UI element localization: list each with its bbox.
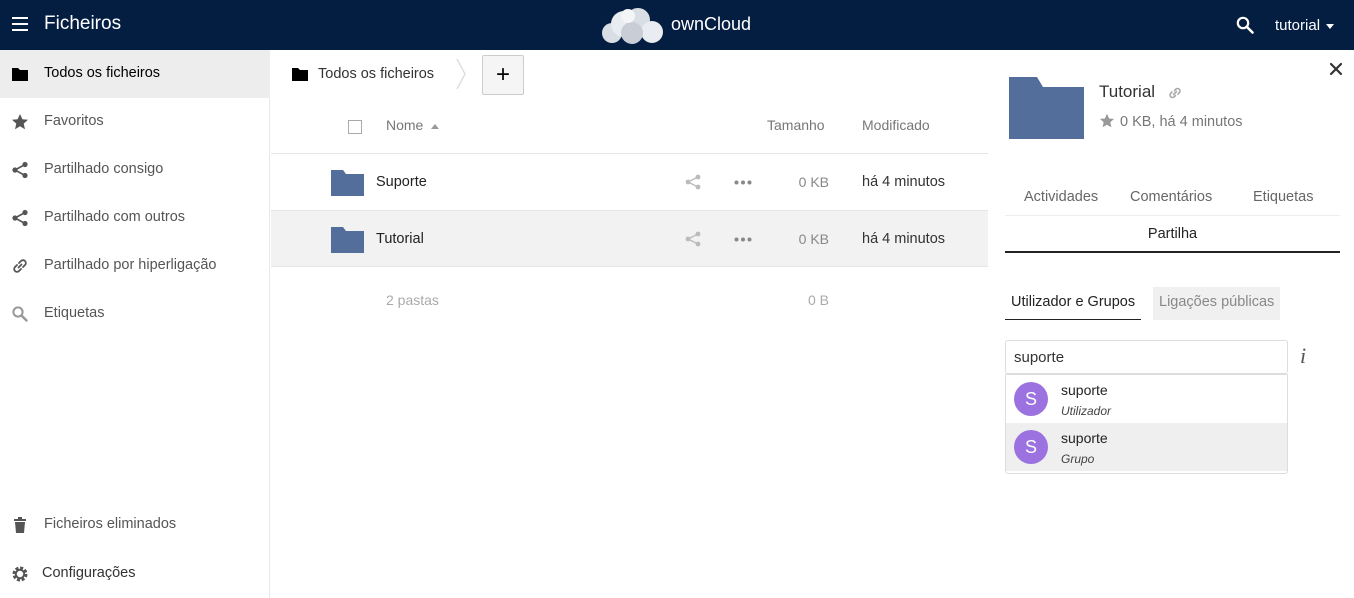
summary-divider — [271, 266, 988, 267]
details-panel: Tutorial 0 KB, há 4 minutos Actividades … — [989, 50, 1354, 598]
sidebar-item-label: Partilhado consigo — [44, 161, 164, 177]
select-all-checkbox[interactable] — [348, 120, 362, 134]
sidebar-item-favorites[interactable]: Favoritos — [0, 98, 270, 146]
panel-meta: 0 KB, há 4 minutos — [1120, 114, 1243, 130]
sidebar-item-label: Configurações — [42, 565, 136, 581]
star-icon — [12, 114, 28, 130]
info-icon[interactable]: i — [1300, 343, 1306, 369]
suggestion-item[interactable]: S suporte Grupo — [1006, 423, 1287, 471]
star-icon[interactable] — [1099, 113, 1115, 129]
share-search-input[interactable] — [1005, 340, 1288, 374]
sidebar-item-deleted-files[interactable]: Ficheiros eliminados — [0, 501, 270, 549]
link-icon — [13, 259, 27, 273]
tab-comments[interactable]: Comentários — [1130, 189, 1212, 205]
suggestion-name: suporte — [1061, 382, 1108, 398]
sidebar-item-label: Partilhado por hiperligação — [44, 257, 217, 273]
file-modified: há 4 minutos — [862, 231, 946, 247]
suggestion-type: Utilizador — [1061, 404, 1112, 418]
suggestion-item[interactable]: S suporte Utilizador — [1006, 375, 1287, 423]
folder-icon[interactable] — [291, 66, 309, 82]
avatar: S — [1014, 382, 1048, 416]
user-name: tutorial — [1275, 17, 1321, 34]
tab-divider — [1005, 215, 1340, 216]
folder-icon — [12, 68, 28, 81]
share-icon[interactable] — [685, 231, 701, 247]
file-modified: há 4 minutos — [862, 174, 946, 190]
panel-title: Tutorial — [1099, 82, 1156, 101]
column-header-label: Nome — [386, 117, 424, 133]
sidebar-item-shared-by-link[interactable]: Partilhado por hiperligação — [0, 242, 270, 290]
subtab-public-links[interactable]: Ligações públicas — [1153, 287, 1281, 320]
suggestion-type: Grupo — [1061, 452, 1095, 466]
sidebar-item-shared-with-you[interactable]: Partilhado consigo — [0, 146, 270, 194]
file-name[interactable]: Tutorial — [376, 231, 424, 247]
table-row[interactable]: Suporte 0 KB há 4 minutos — [271, 153, 988, 210]
file-size: 0 KB — [798, 231, 829, 247]
share-icon — [12, 209, 28, 227]
file-list-area: Todos os ficheiros + Nome Tamanho Modifi… — [271, 50, 988, 598]
sidebar-item-all-files[interactable]: Todos os ficheiros — [0, 50, 270, 98]
more-options-icon[interactable] — [734, 237, 752, 242]
sidebar-item-label: Favoritos — [44, 113, 104, 129]
sidebar-item-shared-with-others[interactable]: Partilhado com outros — [0, 194, 270, 242]
breadcrumb[interactable]: Todos os ficheiros — [318, 66, 434, 82]
share-suggestions: S suporte Utilizador S suporte Grupo — [1005, 374, 1288, 474]
sidebar-item-label: Ficheiros eliminados — [44, 516, 177, 532]
folder-icon — [1009, 77, 1084, 139]
link-icon[interactable] — [1167, 85, 1183, 101]
column-header-modified[interactable]: Modificado — [862, 117, 930, 133]
search-icon[interactable] — [1236, 16, 1254, 34]
tag-search-icon — [12, 306, 28, 322]
folder-icon — [331, 170, 364, 196]
tab-tags[interactable]: Etiquetas — [1253, 189, 1313, 205]
menu-icon[interactable] — [12, 17, 28, 31]
sidebar-item-settings[interactable]: Configurações — [0, 550, 270, 598]
folder-icon — [331, 227, 364, 253]
column-header-size[interactable]: Tamanho — [767, 117, 825, 133]
sidebar-item-tags[interactable]: Etiquetas — [0, 290, 270, 338]
sidebar: Todos os ficheiros Favoritos Partilhado … — [0, 50, 270, 598]
share-icon — [12, 161, 28, 179]
summary-size: 0 B — [807, 292, 829, 308]
owncloud-logo-icon — [602, 8, 663, 44]
tab-sharing[interactable]: Partilha — [1005, 217, 1340, 253]
summary-count: 2 pastas — [386, 292, 439, 308]
sidebar-item-label: Partilhado com outros — [44, 209, 186, 225]
table-row[interactable]: Tutorial 0 KB há 4 minutos — [271, 210, 988, 267]
sidebar-item-label: Etiquetas — [44, 305, 105, 321]
share-icon[interactable] — [685, 174, 701, 190]
column-header-name[interactable]: Nome — [386, 117, 440, 133]
brand-name: ownCloud — [671, 14, 752, 34]
file-name[interactable]: Suporte — [376, 174, 427, 190]
new-file-button[interactable]: + — [482, 55, 524, 95]
breadcrumb-separator — [456, 58, 466, 90]
subtab-users-groups[interactable]: Utilizador e Grupos — [1005, 287, 1142, 320]
tab-activities[interactable]: Actividades — [1024, 189, 1098, 205]
sidebar-item-label: Todos os ficheiros — [44, 65, 161, 81]
app-title[interactable]: Ficheiros — [44, 13, 121, 35]
trash-icon — [14, 517, 26, 533]
top-header: Ficheiros ownCloud tutorial — [0, 0, 1354, 50]
file-size: 0 KB — [798, 174, 829, 190]
gear-icon — [12, 566, 28, 582]
user-menu[interactable]: tutorial — [1275, 17, 1335, 34]
more-options-icon[interactable] — [734, 180, 752, 185]
avatar: S — [1014, 430, 1048, 464]
sort-up-icon — [431, 123, 440, 129]
suggestion-name: suporte — [1061, 430, 1108, 446]
chevron-down-icon — [1326, 23, 1335, 29]
close-icon[interactable] — [1329, 62, 1343, 76]
